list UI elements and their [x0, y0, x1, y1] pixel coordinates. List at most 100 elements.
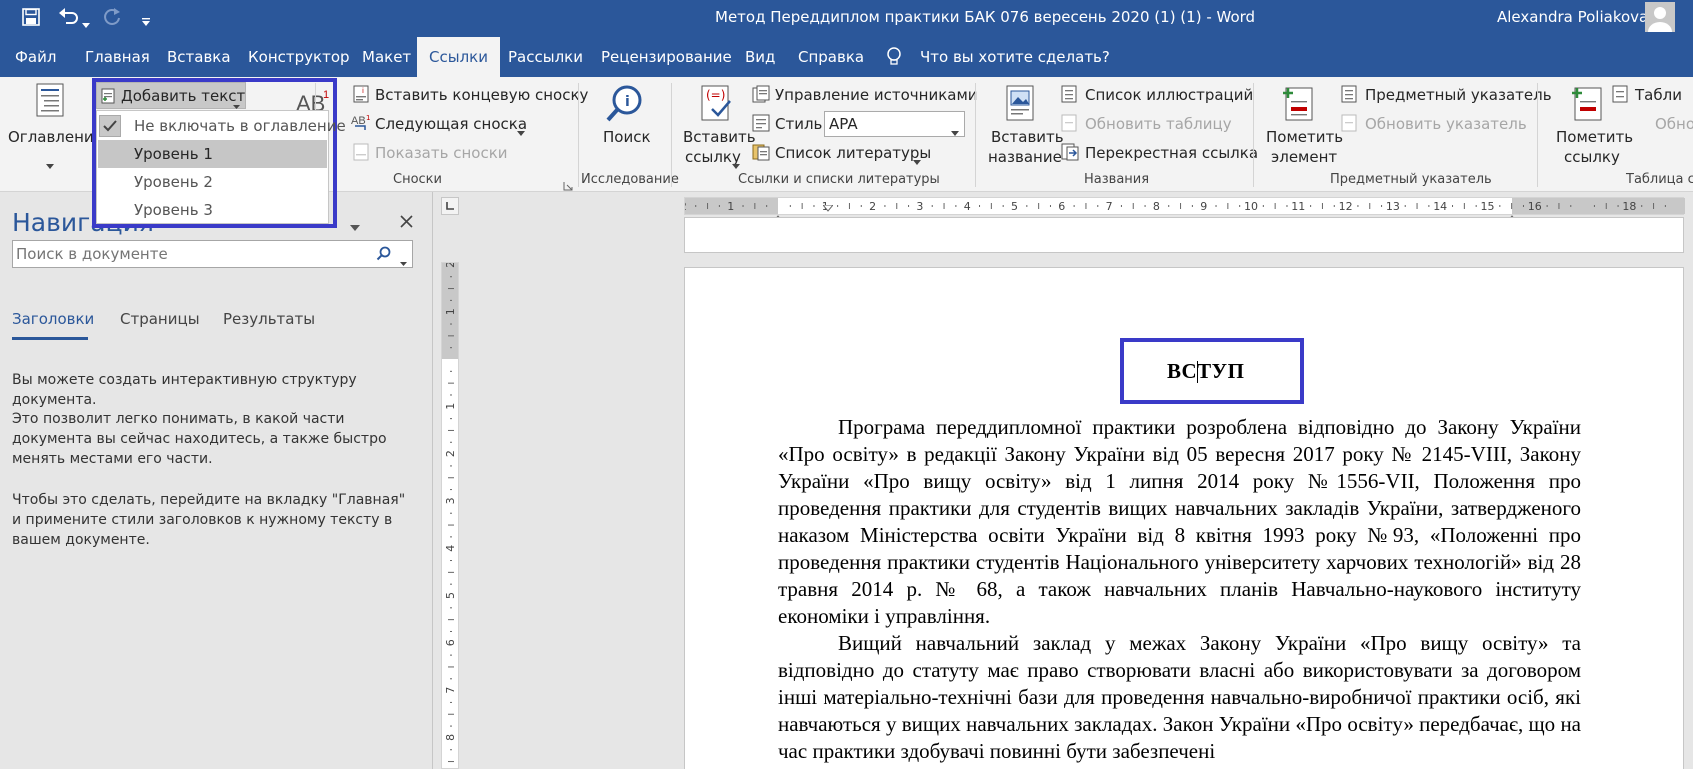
vertical-ruler-label: 1 — [444, 308, 457, 315]
ruler-tick — [1641, 205, 1643, 207]
insert-caption-button[interactable]: Вставить — [991, 128, 1064, 146]
document-paragraph-1[interactable]: Програма переддипломної практики розробл… — [778, 414, 1581, 630]
vertical-ruler-tick — [450, 465, 452, 467]
tab-selector[interactable] — [441, 197, 459, 215]
ruler-tick — [742, 205, 744, 207]
ruler-tick — [1381, 205, 1383, 207]
search-input[interactable] — [16, 244, 376, 264]
insert-caption-button-line2[interactable]: название — [988, 148, 1062, 166]
table-of-authorities-button[interactable]: Табли — [1635, 86, 1682, 104]
ruler-tick — [1191, 205, 1193, 207]
table-of-contents-button[interactable]: Оглавление — [8, 128, 103, 146]
tab-headings[interactable]: Заголовки — [12, 310, 94, 328]
tab-references[interactable]: Ссылки — [417, 37, 500, 77]
ruler-label: 6 — [1058, 200, 1065, 213]
tab-file[interactable]: Файл — [15, 37, 56, 77]
next-footnote-icon: AB 1 — [351, 113, 371, 131]
ruler-tick — [1168, 205, 1170, 207]
cross-reference-button[interactable]: Перекрестная ссылка — [1085, 144, 1258, 162]
vertical-ruler-tick — [450, 560, 452, 562]
menu-item-level-2-label[interactable]: Уровень 2 — [134, 173, 213, 191]
ruler-tick — [1215, 205, 1217, 207]
mark-citation-icon[interactable] — [1570, 85, 1604, 123]
ruler-tick — [695, 205, 697, 207]
tell-me-search[interactable]: Что вы хотите сделать? — [920, 37, 1110, 77]
mark-entry-button[interactable]: Пометить — [1266, 128, 1343, 146]
ruler-tick — [1144, 205, 1146, 207]
tab-mailings[interactable]: Рассылки — [508, 37, 583, 77]
close-icon[interactable] — [400, 213, 413, 228]
style-select[interactable]: APA — [824, 111, 965, 137]
text-cursor — [1197, 361, 1198, 383]
undo-icon[interactable] — [58, 7, 80, 27]
undo-dropdown-icon[interactable] — [82, 14, 90, 28]
search-options-dropdown-icon[interactable] — [400, 252, 407, 266]
tab-results[interactable]: Результаты — [223, 310, 315, 328]
search-magnifier-icon[interactable] — [376, 246, 392, 262]
tab-home[interactable]: Главная — [85, 37, 150, 77]
insert-citation-icon[interactable]: (=) — [698, 85, 734, 123]
insert-endnote-button[interactable]: Вставить концевую сноску — [375, 86, 588, 104]
avatar[interactable] — [1645, 2, 1675, 32]
horizontal-ruler[interactable]: 211234567891011121314151618 — [684, 197, 1685, 223]
search-button[interactable]: Поиск — [603, 128, 651, 146]
ruler-tick — [837, 205, 839, 207]
footnotes-dialog-launcher-icon[interactable] — [563, 176, 573, 191]
mark-citation-button[interactable]: Пометить — [1556, 128, 1633, 146]
add-text-button[interactable]: Добавить текст — [96, 82, 246, 109]
ruler-tick — [1310, 205, 1312, 207]
ruler-label: 4 — [964, 200, 971, 213]
add-text-dropdown-icon — [233, 95, 240, 109]
vertical-ruler-tick — [448, 288, 454, 290]
ruler-tick — [707, 203, 709, 209]
menu-item-level-1-label[interactable]: Уровень 1 — [134, 145, 213, 163]
insert-citation-dropdown-icon[interactable] — [732, 155, 740, 169]
ruler-tick — [990, 203, 992, 209]
insert-caption-icon[interactable] — [1004, 85, 1038, 123]
insert-index-button[interactable]: Предметный указатель — [1365, 86, 1552, 104]
table-of-figures-button[interactable]: Список иллюстраций — [1085, 86, 1253, 104]
ruler-tick — [1132, 203, 1134, 209]
next-footnote-button[interactable]: Следующая сноска — [375, 115, 527, 133]
ruler-tick — [860, 205, 862, 207]
nav-options-dropdown-icon[interactable] — [350, 217, 360, 231]
menu-item-do-not-show-label[interactable]: Не включать в оглавление — [134, 117, 346, 135]
save-icon[interactable] — [22, 8, 40, 26]
ruler-tick — [766, 205, 768, 207]
ruler-tick — [754, 203, 756, 209]
tab-review[interactable]: Рецензирование — [601, 37, 732, 77]
nav-help-text-2: Это позволит легко понимать, в какой час… — [12, 411, 387, 467]
ruler-tick — [1653, 203, 1655, 209]
tab-view[interactable]: Вид — [745, 37, 775, 77]
bibliography-dropdown-icon[interactable] — [913, 151, 921, 165]
ruler-tick — [1073, 205, 1075, 207]
tab-help[interactable]: Справка — [798, 37, 864, 77]
table-of-contents-icon[interactable] — [36, 83, 64, 117]
first-line-indent-marker[interactable] — [821, 198, 835, 212]
right-indent-marker[interactable] — [1505, 207, 1519, 223]
mark-entry-button-line2[interactable]: элемент — [1271, 148, 1337, 166]
left-indent-marker[interactable] — [771, 207, 785, 223]
user-name[interactable]: Alexandra Poliakova — [1497, 8, 1648, 26]
vertical-ruler[interactable]: 2 1 1 2 3 4 5 6 7 8 — [441, 262, 459, 769]
manage-sources-button[interactable]: Управление источниками — [775, 86, 978, 104]
tab-layout[interactable]: Макет — [362, 37, 411, 77]
tab-design[interactable]: Конструктор — [248, 37, 350, 77]
mark-citation-button-line2[interactable]: ссылку — [1564, 148, 1620, 166]
ruler-tick — [943, 203, 945, 209]
customize-qat-icon[interactable] — [141, 12, 151, 26]
tab-pages[interactable]: Страницы — [120, 310, 200, 328]
tab-insert[interactable]: Вставка — [167, 37, 231, 77]
mark-entry-icon[interactable] — [1281, 85, 1315, 123]
next-footnote-dropdown-icon[interactable] — [517, 122, 525, 136]
insert-citation-button[interactable]: Вставить — [683, 128, 756, 146]
search-field[interactable] — [12, 240, 413, 268]
vertical-ruler-tick — [450, 394, 452, 396]
document-paragraph-2[interactable]: Вищий навчальний заклад у межах Закону У… — [778, 630, 1581, 765]
menu-item-level-3-label[interactable]: Уровень 3 — [134, 201, 213, 219]
toc-dropdown-icon[interactable] — [46, 155, 54, 169]
vertical-ruler-label: 8 — [444, 734, 457, 741]
document-heading[interactable]: ВСТУП — [1167, 359, 1244, 384]
search-icon[interactable]: i — [605, 84, 645, 124]
bibliography-button[interactable]: Список литературы — [775, 144, 931, 162]
